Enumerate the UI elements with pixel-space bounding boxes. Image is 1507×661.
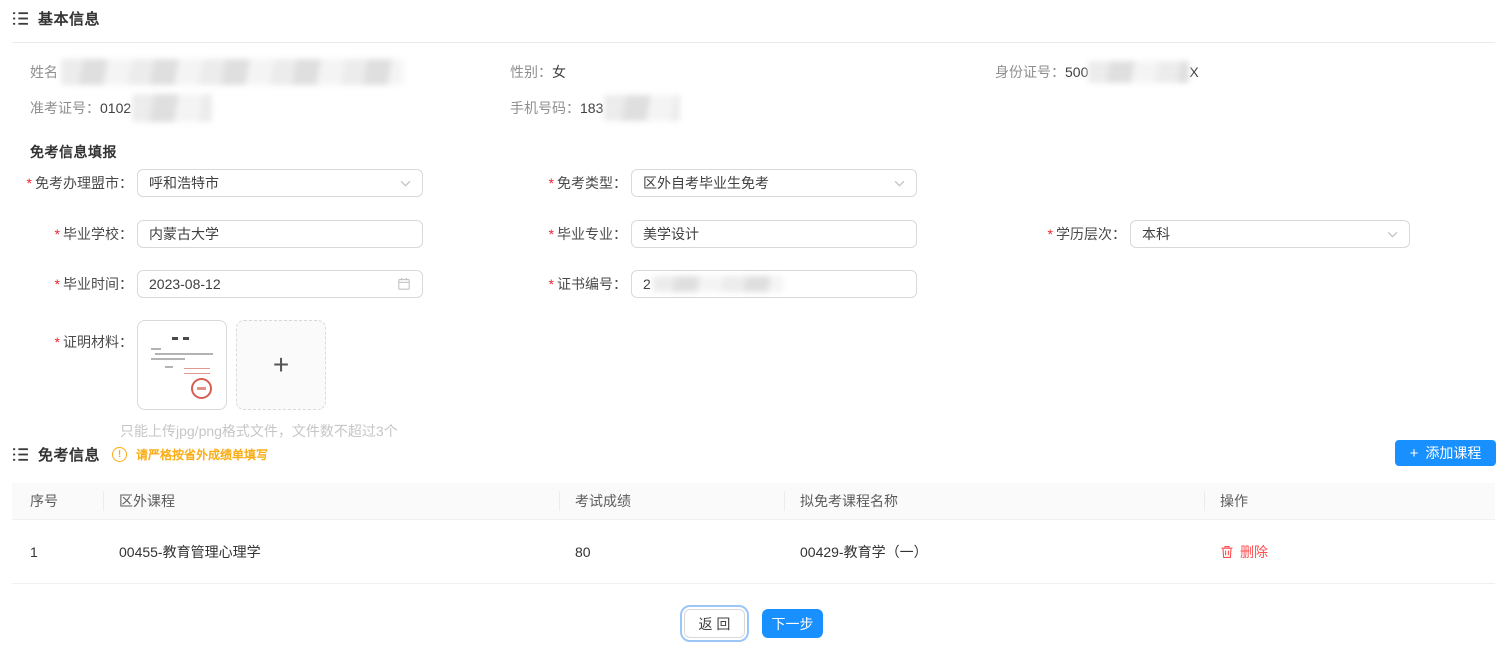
- gender-value: 女: [552, 62, 566, 82]
- id-number-suffix: X: [1189, 64, 1198, 80]
- course-section-title: 免考信息: [38, 444, 100, 465]
- row-target-course: 00429-教育学（一）: [784, 542, 1204, 562]
- required-mark: *: [549, 276, 554, 292]
- city-label: *免考办理盟市：: [0, 169, 133, 197]
- required-mark: *: [55, 226, 60, 242]
- red-seal-icon: [191, 378, 212, 399]
- gender-label: 性别：: [510, 62, 552, 82]
- cert-no-redacted: [653, 276, 783, 292]
- course-table: 序号 区外课程 考试成绩 拟免考课程名称 操作 1 00455-教育管理心理学 …: [12, 483, 1495, 584]
- section-divider: [12, 42, 1495, 43]
- grad-date-picker[interactable]: 2023-08-12: [137, 270, 423, 298]
- certificate-thumbnail[interactable]: [137, 320, 227, 410]
- gender-field: 性别： 女: [510, 58, 566, 86]
- school-input-value: 内蒙古大学: [149, 224, 411, 244]
- grad-date-label: *毕业时间：: [0, 270, 133, 298]
- header-course: 区外课程: [103, 491, 559, 511]
- type-select-value: 区外自考毕业生免考: [643, 173, 894, 193]
- city-select-value: 呼和浩特市: [149, 173, 400, 193]
- header-target-course: 拟免考课程名称: [784, 491, 1204, 511]
- plus-icon: +: [1410, 446, 1419, 461]
- name-label: 姓名: [30, 62, 58, 82]
- calendar-icon: [397, 277, 411, 291]
- id-number-prefix: 500: [1065, 64, 1088, 80]
- course-warning-text: 请严格按省外成绩单填写: [136, 446, 268, 463]
- required-mark: *: [1048, 226, 1053, 242]
- add-course-button[interactable]: + 添加课程: [1395, 440, 1496, 466]
- admission-number-redacted: [132, 94, 212, 122]
- city-select[interactable]: 呼和浩特市: [137, 169, 423, 197]
- admission-number-field: 准考证号： 0102: [30, 94, 212, 122]
- delete-label: 删除: [1240, 542, 1268, 562]
- chevron-down-icon: [894, 178, 905, 189]
- required-mark: *: [55, 334, 60, 350]
- plus-icon: +: [273, 351, 289, 379]
- chevron-down-icon: [400, 178, 411, 189]
- grad-date-value: 2023-08-12: [149, 276, 397, 292]
- type-label: *免考类型：: [490, 169, 627, 197]
- type-select[interactable]: 区外自考毕业生免考: [631, 169, 917, 197]
- phone-field: 手机号码： 183: [510, 94, 680, 122]
- certificate-art: [172, 337, 189, 340]
- name-field: 姓名: [30, 58, 403, 86]
- column-separator: [559, 491, 560, 511]
- table-header-row: 序号 区外课程 考试成绩 拟免考课程名称 操作: [12, 483, 1495, 520]
- table-row: 1 00455-教育管理心理学 80 00429-教育学（一） 删: [12, 520, 1495, 584]
- footer-actions: 返 回 下一步: [0, 609, 1507, 638]
- column-separator: [1204, 491, 1205, 511]
- exemption-form-title: 免考信息填报: [30, 142, 117, 162]
- required-mark: *: [27, 175, 32, 191]
- next-step-button[interactable]: 下一步: [762, 609, 823, 638]
- school-input[interactable]: 内蒙古大学: [137, 220, 423, 248]
- chevron-down-icon: [1387, 229, 1398, 240]
- phone-redacted: [604, 95, 680, 121]
- column-separator: [103, 491, 104, 511]
- delete-button[interactable]: 删除: [1220, 542, 1495, 562]
- id-number-field: 身份证号： 500 X: [995, 58, 1199, 86]
- admission-number-label: 准考证号：: [30, 98, 100, 118]
- level-label: *学历层次：: [990, 220, 1126, 248]
- add-course-label: 添加课程: [1425, 443, 1481, 463]
- back-button[interactable]: 返 回: [684, 609, 745, 638]
- header-score: 考试成绩: [559, 491, 784, 511]
- id-number-redacted: [1088, 61, 1189, 83]
- page: 基本信息 姓名 性别： 女 身份证号： 500 X 准考证号： 0102 手机号…: [0, 0, 1507, 661]
- row-course: 00455-教育管理心理学: [103, 542, 559, 562]
- id-number-label: 身份证号：: [995, 62, 1065, 82]
- name-redacted-value: [61, 59, 403, 85]
- required-mark: *: [55, 276, 60, 292]
- materials-label: *证明材料：: [0, 328, 133, 356]
- cert-no-input[interactable]: 2: [631, 270, 917, 298]
- major-input[interactable]: 美学设计: [631, 220, 917, 248]
- header-action: 操作: [1204, 491, 1495, 511]
- basic-info-title: 基本信息: [38, 8, 100, 29]
- cert-no-label: *证书编号：: [490, 270, 627, 298]
- row-seq: 1: [12, 544, 103, 560]
- upload-hint: 只能上传jpg/png格式文件，文件数不超过3个: [120, 421, 398, 441]
- major-input-value: 美学设计: [643, 224, 905, 244]
- list-icon: [12, 10, 29, 27]
- warning-icon: !: [112, 447, 127, 462]
- admission-number-prefix: 0102: [100, 100, 131, 116]
- required-mark: *: [549, 175, 554, 191]
- level-select-value: 本科: [1142, 224, 1387, 244]
- phone-prefix: 183: [580, 100, 603, 116]
- trash-icon: [1220, 545, 1234, 559]
- course-section-header: 免考信息 ! 请严格按省外成绩单填写: [12, 444, 268, 465]
- required-mark: *: [549, 226, 554, 242]
- basic-info-section-header: 基本信息: [12, 8, 100, 29]
- list-icon: [12, 446, 29, 463]
- upload-button[interactable]: +: [236, 320, 326, 410]
- school-label: *毕业学校：: [0, 220, 133, 248]
- header-seq: 序号: [12, 491, 103, 511]
- cert-no-prefix: 2: [643, 276, 651, 292]
- row-score: 80: [559, 544, 784, 560]
- level-select[interactable]: 本科: [1130, 220, 1410, 248]
- column-separator: [784, 491, 785, 511]
- phone-label: 手机号码：: [510, 98, 580, 118]
- major-label: *毕业专业：: [490, 220, 627, 248]
